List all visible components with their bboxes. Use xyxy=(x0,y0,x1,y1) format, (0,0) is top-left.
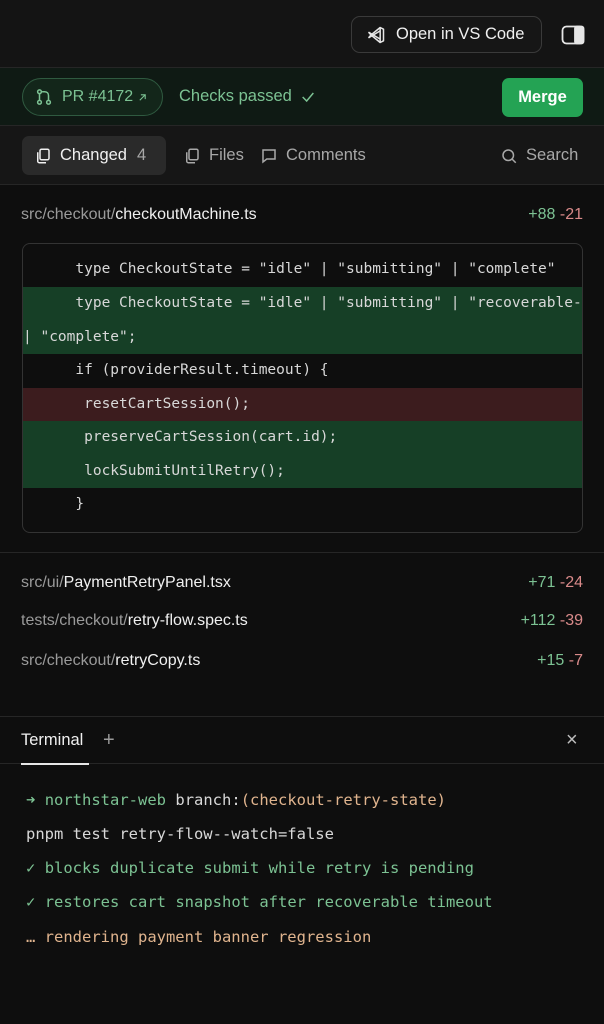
file-dir: tests/checkout/ xyxy=(21,612,128,629)
prompt-branch-label: branch: xyxy=(175,791,241,809)
diff-tabs: Changed 4 Files Comments Search xyxy=(0,126,604,185)
sidebar-toggle-icon[interactable] xyxy=(561,25,585,45)
add-terminal-icon[interactable]: + xyxy=(103,729,115,752)
tab-files[interactable]: Files xyxy=(183,136,244,175)
comment-icon xyxy=(262,148,276,164)
file-stats: +112 -39 xyxy=(521,612,583,630)
file-stats: +15 -7 xyxy=(537,652,583,670)
checks-label: Checks passed xyxy=(179,87,292,105)
file-stats: +88 -21 xyxy=(528,206,583,224)
file-row[interactable]: src/checkout/checkoutMachine.ts +88 -21 xyxy=(21,206,583,224)
file-dir: src/ui/ xyxy=(21,574,64,591)
diff-line-added: type CheckoutState = "idle" | "submittin… xyxy=(23,287,582,321)
tab-files-label: Files xyxy=(209,146,244,164)
code-diff: type CheckoutState = "idle" | "submittin… xyxy=(22,243,583,533)
tab-changed[interactable]: Changed 4 xyxy=(22,136,166,175)
vscode-icon xyxy=(367,26,385,43)
file-name: retry-flow.spec.ts xyxy=(127,612,248,629)
files-icon xyxy=(186,148,199,163)
terminal-prompt-line: ➜ northstar-web branch:(checkout-retry-s… xyxy=(26,791,446,809)
merge-button[interactable]: Merge xyxy=(502,78,583,117)
tab-changed-count: 4 xyxy=(136,146,147,164)
deletions-count: -39 xyxy=(559,612,583,629)
active-tab-indicator xyxy=(21,763,89,765)
checkmark-icon: ✓ xyxy=(26,859,36,877)
pass-text: restores cart snapshot after recoverable… xyxy=(44,893,493,911)
diff-line-added: preserveCartSession(cart.id); xyxy=(23,421,582,455)
diff-line-context: } xyxy=(23,496,85,512)
terminal-pass-line: ✓ restores cart snapshot after recoverab… xyxy=(26,893,493,911)
deletions-count: -7 xyxy=(568,652,583,669)
checks-status: Checks passed xyxy=(179,87,316,106)
top-toolbar: Open in VS Code xyxy=(0,0,604,68)
open-in-vscode-label: Open in VS Code xyxy=(396,25,525,43)
pr-link[interactable]: PR #4172 xyxy=(22,78,163,116)
diff-line-added: | "complete"; xyxy=(23,320,582,354)
file-dir: src/checkout/ xyxy=(21,206,116,223)
diff-line-context: type CheckoutState = "idle" | "submittin… xyxy=(23,261,556,277)
prompt-dir: northstar-web xyxy=(44,791,167,809)
terminal-pending-line: … rendering payment banner regression xyxy=(26,928,372,946)
deletions-count: -24 xyxy=(559,574,583,591)
prompt-branch: (checkout-retry-state) xyxy=(240,791,446,809)
file-row[interactable]: src/ui/PaymentRetryPanel.tsx +71 -24 xyxy=(21,574,583,592)
terminal-command: pnpm test retry-flow--watch=false xyxy=(26,825,334,843)
pass-text: blocks duplicate submit while retry is p… xyxy=(44,859,474,877)
diff-line-context: if (providerResult.timeout) { xyxy=(23,362,329,378)
additions-count: +71 xyxy=(528,574,556,591)
tab-changed-label: Changed xyxy=(60,146,127,164)
copy-icon xyxy=(37,148,50,163)
pr-number: PR #4172 xyxy=(62,88,134,105)
tab-terminal[interactable]: Terminal xyxy=(21,731,83,750)
file-dir: src/checkout/ xyxy=(21,652,116,669)
pull-request-icon xyxy=(36,89,52,105)
file-name: checkoutMachine.ts xyxy=(115,206,257,223)
open-in-vscode-button[interactable]: Open in VS Code xyxy=(351,16,542,53)
prompt-arrow: ➜ xyxy=(26,791,36,809)
search-icon xyxy=(502,148,517,163)
file-name: PaymentRetryPanel.tsx xyxy=(63,574,231,591)
file-name: retryCopy.ts xyxy=(115,652,201,669)
search-button[interactable]: Search xyxy=(500,136,578,175)
diff-line-removed: resetCartSession(); xyxy=(23,387,582,421)
file-row[interactable]: tests/checkout/retry-flow.spec.ts +112 -… xyxy=(21,612,583,630)
file-stats: +71 -24 xyxy=(528,574,583,592)
external-link-icon xyxy=(139,93,146,101)
tab-comments[interactable]: Comments xyxy=(260,136,366,175)
terminal-pass-line: ✓ blocks duplicate submit while retry is… xyxy=(26,859,474,877)
checkmark-icon xyxy=(301,92,314,102)
checkmark-icon: ✓ xyxy=(26,893,36,911)
search-label: Search xyxy=(526,146,579,164)
terminal-tabbar: Terminal + × xyxy=(0,716,604,765)
diff-line-added: lockSubmitUntilRetry(); xyxy=(23,454,582,488)
tab-comments-label: Comments xyxy=(286,146,366,164)
additions-count: +15 xyxy=(537,652,565,669)
additions-count: +112 xyxy=(520,612,556,629)
divider xyxy=(0,552,604,553)
deletions-count: -21 xyxy=(559,206,583,223)
close-icon[interactable]: × xyxy=(566,729,578,752)
additions-count: +88 xyxy=(528,206,556,223)
file-row[interactable]: src/checkout/retryCopy.ts +15 -7 xyxy=(21,652,583,670)
